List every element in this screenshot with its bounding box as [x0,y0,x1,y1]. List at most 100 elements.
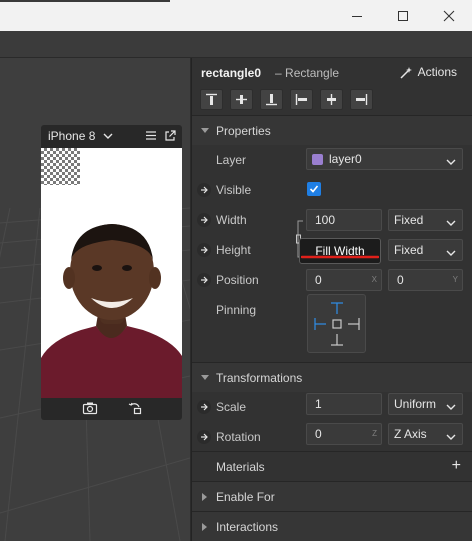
device-footer [41,398,182,420]
actions-button[interactable]: Actions [399,65,457,79]
window-titlebar [0,0,472,31]
properties-section-header[interactable]: Properties [192,115,472,145]
align-center-icon [327,94,336,105]
transformations-section-header[interactable]: Transformations [192,362,472,392]
align-center-button[interactable] [320,89,343,110]
chevron-down-icon [446,246,456,260]
device-screen[interactable] [41,148,182,398]
height-mode-select[interactable]: Fixed [388,239,463,261]
pinning-icon [314,302,360,346]
maximize-icon [398,10,408,21]
transformations-label: Transformations [216,370,303,385]
scale-mode-select[interactable]: Uniform [388,393,463,415]
close-button[interactable] [426,0,472,31]
caret-down-icon [200,127,210,134]
camera-icon[interactable] [82,401,98,418]
arrow-right-icon[interactable] [197,430,211,444]
position-y-input[interactable]: 0 Y [388,269,463,291]
align-right-icon [356,94,368,105]
layer-row: Layer layer0 [192,145,472,175]
height-label: Height [216,243,251,257]
minimize-button[interactable] [334,0,380,31]
z-unit-label: Z [372,429,377,438]
rotation-axis-select[interactable]: Z Axis [388,423,463,445]
scale-row: Scale 1 Uniform [192,392,472,422]
chevron-down-icon [446,400,456,414]
pinning-widget[interactable] [307,294,366,353]
position-x-input[interactable]: 0 X [306,269,382,291]
inspector-header: rectangle0 – Rectangle Actions [192,58,472,88]
chevron-down-icon [446,430,456,444]
rotation-input[interactable]: 0 Z [306,423,382,445]
device-name: iPhone 8 [48,129,96,143]
visible-row: Visible [192,175,472,205]
device-preview: iPhone 8 [41,125,182,420]
toolbar-strip [0,31,472,58]
interactions-section-header[interactable]: Interactions [192,511,472,541]
width-input[interactable]: 100 [306,209,382,231]
materials-section-header[interactable]: Materials + [192,451,472,481]
minimize-icon [352,15,362,17]
scale-input[interactable]: 1 [306,393,382,415]
rectangle0-preview[interactable] [41,148,80,185]
arrow-right-icon[interactable] [197,243,211,257]
close-icon [443,10,455,21]
inspector-panel: rectangle0 – Rectangle Actions Propertie… [191,58,472,541]
arrow-right-icon[interactable] [197,183,211,197]
align-middle-icon [236,95,247,104]
chevron-down-icon[interactable] [103,132,113,140]
arrow-right-icon[interactable] [197,273,211,287]
rotation-axis-value: Z Axis [394,427,427,441]
position-row: Position 0 X 0 Y [192,265,472,295]
y-unit-label: Y [452,275,458,284]
interactions-label: Interactions [216,519,279,534]
caret-right-icon [200,492,210,501]
properties-label: Properties [216,123,271,138]
rotate-icon[interactable] [128,401,142,418]
align-top-button[interactable] [200,89,223,110]
align-left-icon [295,94,307,105]
width-row: Width 100 Fixed [192,205,472,235]
arrow-right-icon[interactable] [197,213,211,227]
portrait-photo [41,224,182,398]
align-top-icon [206,93,217,105]
layer-label: Layer [216,153,247,167]
align-right-button[interactable] [350,89,373,110]
width-mode-value: Fixed [394,213,424,227]
width-value: 100 [315,213,336,227]
position-x-value: 0 [315,273,322,287]
fill-width-tooltip: Fill Width [299,238,381,264]
red-underline-annotation [301,255,379,259]
hamburger-menu-icon[interactable] [145,130,157,144]
alignment-toolbar [200,89,373,110]
align-bottom-icon [266,94,277,106]
object-type: – Rectangle [275,66,340,80]
object-name: rectangle0 [201,66,262,80]
chevron-down-icon [446,155,456,169]
rotation-label: Rotation [216,430,261,444]
arrow-right-icon[interactable] [197,400,211,414]
chevron-down-icon [446,216,456,230]
scene-viewport[interactable]: iPhone 8 [0,58,190,541]
pinning-label: Pinning [216,303,257,317]
magic-wand-icon [400,66,412,79]
enable-for-section-header[interactable]: Enable For [192,481,472,511]
visible-checkbox[interactable] [307,182,321,196]
height-mode-value: Fixed [394,243,424,257]
caret-down-icon [200,374,210,381]
align-middle-button[interactable] [230,89,253,110]
actions-label: Actions [417,65,457,79]
align-bottom-button[interactable] [260,89,283,110]
add-material-icon[interactable]: + [452,457,461,475]
scale-mode-value: Uniform [394,397,437,411]
checkmark-icon [309,185,319,193]
scale-value: 1 [315,397,322,411]
maximize-button[interactable] [380,0,426,31]
width-mode-select[interactable]: Fixed [388,209,463,231]
align-left-button[interactable] [290,89,313,110]
titlebar-edge [0,0,170,2]
popout-icon[interactable] [164,130,176,145]
layer-value: layer0 [329,152,362,166]
visible-label: Visible [216,183,252,197]
layer-select[interactable]: layer0 [306,148,463,170]
